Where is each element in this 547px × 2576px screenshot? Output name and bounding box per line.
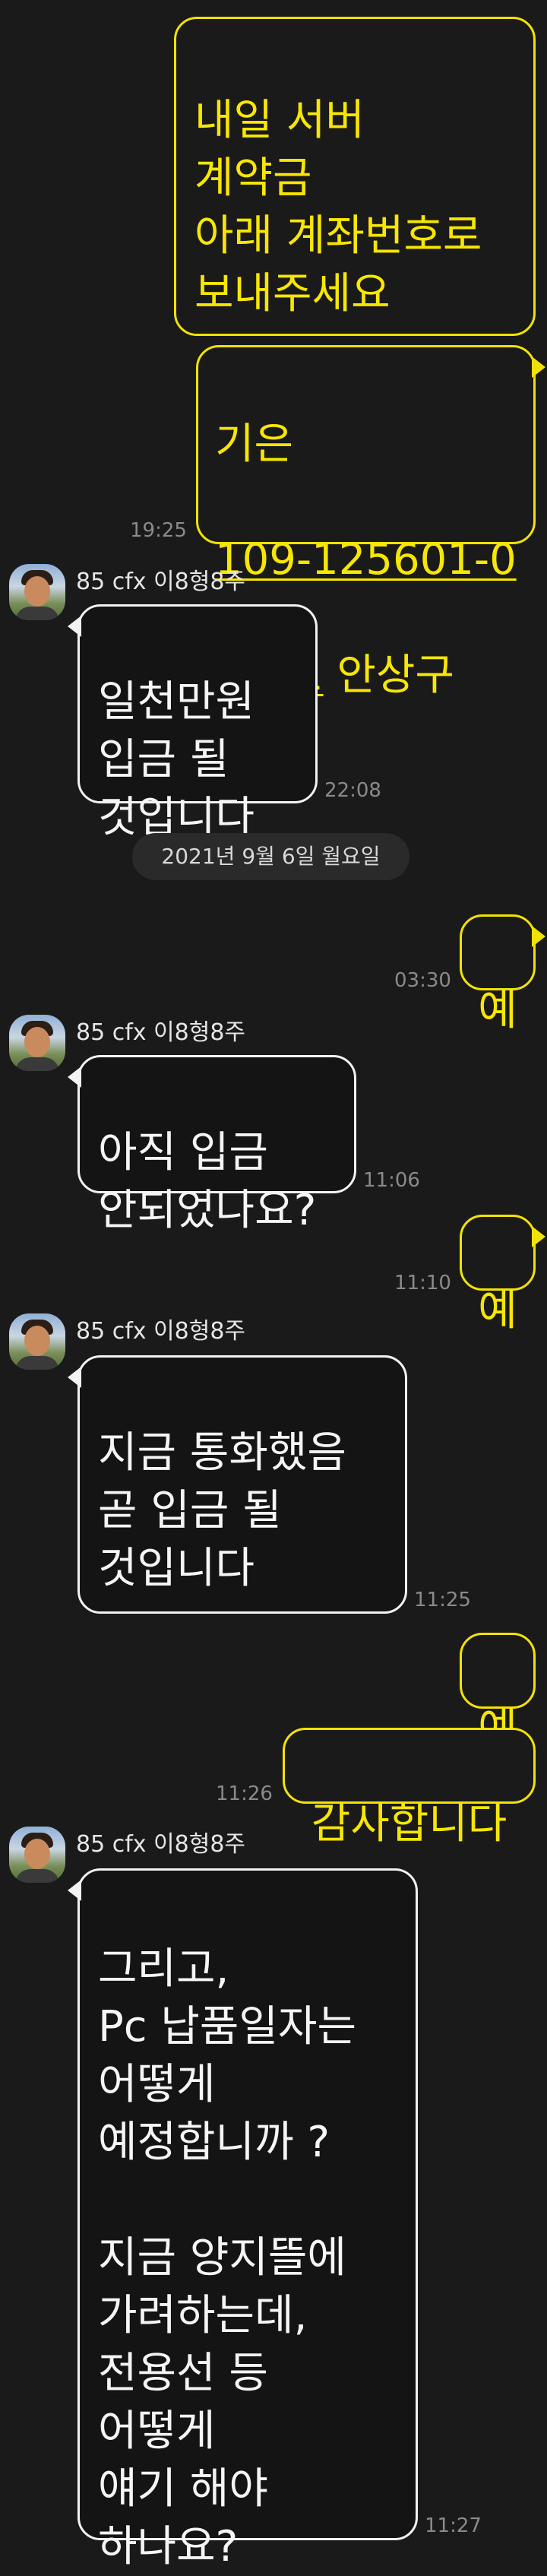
incoming-message-bubble[interactable]: 일천만원 입금 될 것입니다 [68, 604, 318, 842]
sender-avatar[interactable] [9, 1313, 65, 1370]
outgoing-message-bubble[interactable]: 예 [460, 914, 545, 1035]
incoming-message-bubble[interactable]: 그리고, Pc 납품일자는 어떻게 예정합니까 ? 지금 양지뜰에 가려하는데,… [68, 1868, 418, 2571]
message-time: 11:25 [414, 1589, 471, 1611]
message-time: 22:08 [324, 779, 381, 802]
message-time: 03:30 [394, 969, 451, 992]
outgoing-message-bubble[interactable]: 예 [460, 1633, 536, 1754]
message-text: 내일 서버 계약금 아래 계좌번호로 보내주세요 [194, 96, 482, 318]
message-text: 일천만원 입금 될 것입니다 [98, 677, 255, 842]
message-time: 11:27 [425, 2514, 482, 2537]
account-holder-name: 안상구 [323, 651, 454, 700]
date-separator: 2021년 9월 6일 월요일 [132, 833, 409, 880]
message-text: 그리고, Pc 납품일자는 어떻게 예정합니까 ? 지금 양지뜰에 가려하는데,… [98, 1944, 356, 2571]
bank-name: 기은 [215, 420, 294, 469]
incoming-message-bubble[interactable]: 지금 통화했음 곧 입금 될 것입니다 [68, 1355, 407, 1614]
sender-name: 85 cfx 이8형8주 [76, 569, 246, 595]
message-time: 11:26 [216, 1782, 273, 1805]
message-text: 예 [478, 1286, 517, 1336]
account-number-link[interactable]: 109-125601-0 [215, 531, 517, 589]
outgoing-message-bubble[interactable]: 내일 서버 계약금 아래 계좌번호로 보내주세요 [174, 17, 536, 336]
outgoing-message-bubble[interactable]: 기은 109-125601-0 1021 안상구 [196, 345, 545, 700]
sender-avatar[interactable] [9, 564, 65, 620]
sender-avatar[interactable] [9, 1827, 65, 1883]
sender-name: 85 cfx 이8형8주 [76, 1831, 246, 1858]
message-text: 아직 입금 안되었나요? [98, 1128, 317, 1235]
message-text: 지금 통화했음 곧 입금 될 것입니다 [98, 1428, 346, 1593]
sender-name: 85 cfx 이8형8주 [76, 1318, 246, 1345]
outgoing-message-bubble[interactable]: 예 [460, 1215, 545, 1336]
message-text: 예 [478, 986, 517, 1035]
message-text: 감사합니다 [311, 1799, 507, 1849]
message-time: 11:06 [363, 1169, 420, 1192]
message-time: 11:10 [394, 1272, 451, 1294]
incoming-message-bubble[interactable]: 아직 입금 안되었나요? [68, 1055, 356, 1235]
sender-avatar[interactable] [9, 1015, 65, 1071]
sender-name: 85 cfx 이8형8주 [76, 1019, 246, 1046]
outgoing-message-bubble[interactable]: 감사합니다 [283, 1728, 536, 1849]
message-time: 19:25 [130, 519, 187, 542]
